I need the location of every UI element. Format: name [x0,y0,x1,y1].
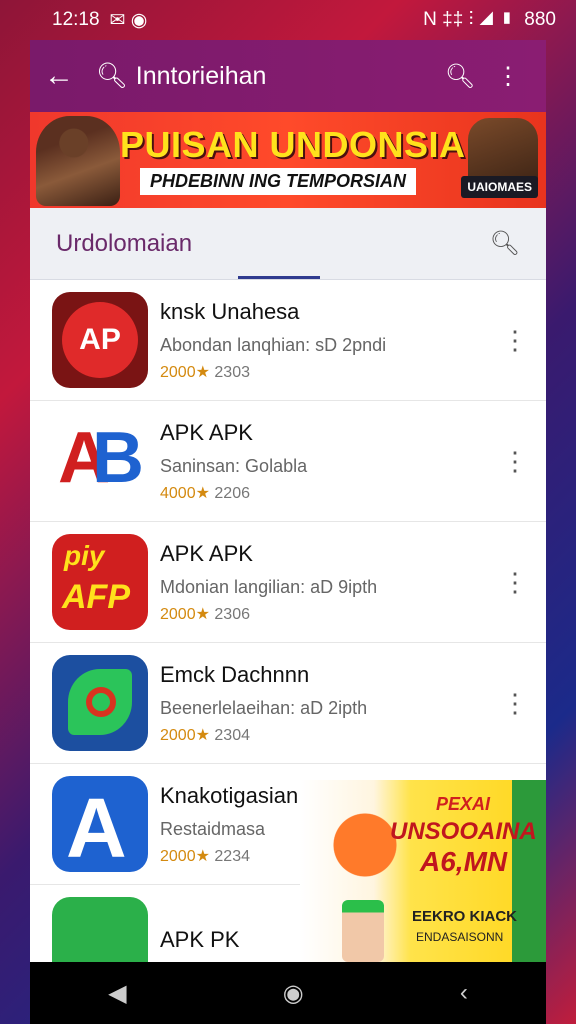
app-meta: 4000★ 2206 [160,483,502,503]
promo-label: PEXAI [436,794,491,814]
search-icon[interactable]: 🔍︎ [490,229,520,258]
app-name: knsk Unahesa [160,298,300,324]
rating: 2000★ [160,726,210,744]
app-name: APK APK [160,540,253,566]
app-bar: ← 🔍︎ Inntorieihan 🔍︎ ⋮ [30,40,546,112]
tab-indicator [238,276,320,279]
promo-caption-2: ENDASAISONN [416,930,504,944]
banner-subtitle: PHDEBINN ING TEMPORSIAN [140,168,417,195]
app-meta: 2000★ 2304 [160,725,502,745]
signal-icons: N ‡‡ ⫶ ◢ ▮ [423,9,515,30]
nav-home-icon[interactable]: ◉ [283,979,304,1008]
rating: 2000★ [160,847,210,865]
app-name: APK APK [160,419,253,445]
search-icon[interactable]: 🔍︎ [436,62,484,91]
promo-caption: EEKRO KIACK [412,908,518,925]
notification-icons: ✉ ◉ [109,9,148,31]
rating: 4000★ [160,484,210,502]
search-title[interactable]: 🔍︎ Inntorieihan [96,62,436,91]
rating: 2000★ [160,605,210,623]
app-icon: A [52,776,148,872]
banner-tag: UAIOMAES [461,176,538,198]
list-item[interactable]: piy AFP APK APK Mdonian langilian: aD 9i… [30,522,546,643]
app-subtitle: Abondan lanqhian: sD 2pndi [160,334,387,355]
battery-level: 880 [524,9,556,30]
more-vertical-icon[interactable]: ⋮ [502,325,528,356]
more-vertical-icon[interactable]: ⋮ [484,62,532,91]
nav-recents-icon[interactable]: ‹ [460,979,468,1007]
list-item[interactable]: Emck Dachnnn Beenerlelaeihan: aD 2ipth 2… [30,643,546,764]
review-count: 2206 [214,484,250,502]
app-subtitle: Mdonian langilian: aD 9ipth [160,576,378,597]
review-count: 2234 [214,847,250,865]
app-subtitle: Beenerlelaeihan: aD 2ipth [160,697,368,718]
status-time: 12:18 [52,9,100,30]
app-icon: AP [52,292,148,388]
promo-ad[interactable]: PEXAI UNSOOAINA A6,MN EEKRO KIACK ENDASA… [300,780,546,962]
tab-bar: Urdolomaian 🔍︎ [30,208,546,280]
review-count: 2304 [214,726,250,744]
product-image [342,900,384,962]
tab-label[interactable]: Urdolomaian [56,230,490,258]
list-item[interactable]: A B APK APK Saninsan: Golabla 4000★ 2206… [30,401,546,522]
app-icon: piy AFP [52,534,148,630]
more-vertical-icon[interactable]: ⋮ [502,688,528,719]
app-icon: A B [52,413,148,509]
nav-back-icon[interactable]: ◀ [108,979,126,1008]
app-list: AP knsk Unahesa Abondan lanqhian: sD 2pn… [30,280,546,962]
app-meta: 2000★ 2303 [160,362,502,382]
arrow-left-icon[interactable]: ← [44,59,96,93]
app-window: ← 🔍︎ Inntorieihan 🔍︎ ⋮ PUISAN UNDONSIA P… [30,40,546,962]
app-icon [52,655,148,751]
letter-b: B [92,418,144,498]
warrior-figure-image [36,116,120,206]
rating: 2000★ [160,363,210,381]
promo-title: UNSOOAINA [390,818,537,845]
app-name: Emck Dachnnn [160,661,310,687]
more-vertical-icon[interactable]: ⋮ [502,567,528,598]
review-count: 2306 [214,605,250,623]
list-item[interactable]: AP knsk Unahesa Abondan lanqhian: sD 2pn… [30,280,546,401]
promo-title-2: A6,MN [420,846,508,877]
app-icon [52,897,148,962]
app-subtitle: Saninsan: Golabla [160,455,308,476]
system-nav-bar: ◀ ◉ ‹ [30,962,546,1024]
page-title: Inntorieihan [135,61,267,90]
app-meta: 2000★ 2306 [160,604,502,624]
status-bar: 12:18 ✉ ◉ N ‡‡ ⫶ ◢ ▮ 880 [0,0,576,40]
more-vertical-icon[interactable]: ⋮ [502,446,528,477]
promo-banner[interactable]: PUISAN UNDONSIA PHDEBINN ING TEMPORSIAN … [30,112,546,208]
search-icon: 🔍︎ [96,61,128,90]
banner-title: PUISAN UNDONSIA [120,124,466,165]
review-count: 2303 [214,363,250,381]
